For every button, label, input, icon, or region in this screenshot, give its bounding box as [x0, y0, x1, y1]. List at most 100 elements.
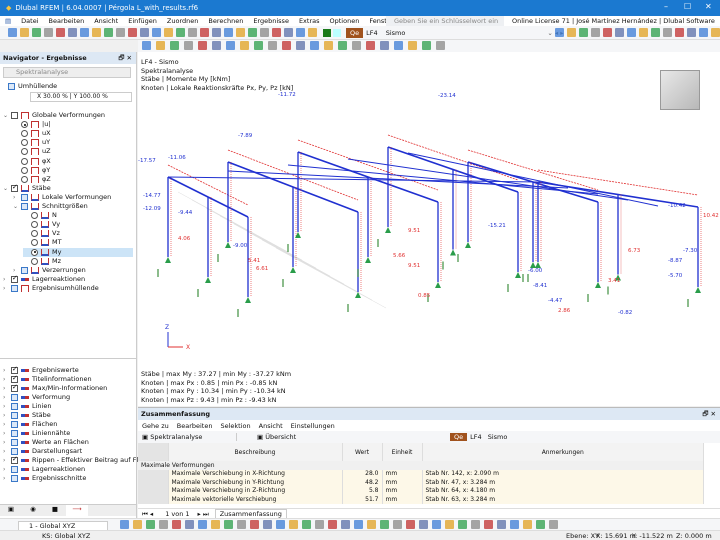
checkbox[interactable] — [11, 367, 18, 374]
display-item[interactable]: ›Ergebnisschnitte — [3, 474, 86, 483]
expand-icon[interactable]: › — [13, 193, 21, 202]
checkbox[interactable] — [11, 394, 18, 401]
toolbar-icon[interactable] — [408, 41, 417, 50]
expand-icon[interactable]: › — [3, 411, 11, 420]
toolbar-icon[interactable] — [615, 28, 624, 37]
toolbar-icon[interactable] — [341, 520, 350, 529]
toolbar-icon[interactable] — [284, 28, 293, 37]
toolbar-icon[interactable] — [603, 28, 612, 37]
menu-1[interactable]: Bearbeiten — [44, 17, 90, 25]
toolbar-icon[interactable] — [406, 520, 415, 529]
toolbar-icon[interactable] — [128, 28, 137, 37]
toolbar-icon[interactable] — [200, 28, 209, 37]
toolbar-icon[interactable] — [328, 520, 337, 529]
toolbar-icon[interactable] — [436, 41, 445, 50]
table-row[interactable]: Maximale Verschiebung in X-Richtung28.0m… — [138, 470, 704, 479]
toolbar-icon[interactable] — [663, 28, 672, 37]
close-button[interactable]: ✕ — [705, 2, 712, 11]
3d-viewport[interactable]: LF4 - SismoSpektralanalyseStäbe | Moment… — [138, 52, 720, 406]
expand-icon[interactable]: › — [3, 447, 11, 456]
toolbar-icon[interactable] — [185, 520, 194, 529]
summary-menu-item[interactable]: Ansicht — [255, 422, 287, 430]
tab-results[interactable]: ⟶ — [66, 505, 88, 516]
toolbar-icon[interactable] — [104, 28, 113, 37]
menu-0[interactable]: Datei — [16, 17, 43, 25]
checkbox[interactable] — [8, 83, 15, 90]
toolbar-icon[interactable] — [675, 28, 684, 37]
toolbar-icon[interactable] — [523, 520, 532, 529]
view-select[interactable]: ▣ Übersicht — [257, 433, 407, 441]
toolbar-icon[interactable] — [536, 520, 545, 529]
radio[interactable] — [31, 221, 38, 228]
toolbar-icon[interactable] — [68, 28, 77, 37]
toolbar-icon[interactable] — [212, 41, 221, 50]
factor-dropdown[interactable]: X 30.00 % | Y 100.00 % — [30, 92, 132, 102]
toolbar-icon[interactable] — [156, 41, 165, 50]
maximize-button[interactable]: ☐ — [684, 2, 691, 11]
toolbar-icon[interactable] — [250, 520, 259, 529]
checkbox[interactable] — [11, 376, 18, 383]
tab-camera[interactable]: ■ — [44, 505, 66, 516]
expand-icon[interactable]: › — [3, 420, 11, 429]
nav-item[interactable]: Vy — [23, 220, 60, 229]
toolbar-icon[interactable] — [32, 28, 41, 37]
nav-item[interactable]: ›Verzerrungen — [13, 266, 86, 275]
summary-menu-item[interactable]: Einstellungen — [287, 422, 339, 430]
checkbox[interactable] — [11, 185, 18, 192]
toolbar-icon[interactable] — [579, 28, 588, 37]
tab-data[interactable]: ▣ — [0, 505, 22, 516]
toolbar-icon[interactable] — [458, 520, 467, 529]
nav-item[interactable]: Mz — [23, 257, 61, 266]
toolbar-icon[interactable] — [296, 28, 305, 37]
nav-item[interactable]: My — [23, 248, 133, 257]
toolbar-icon[interactable] — [627, 28, 636, 37]
search-input[interactable]: Geben Sie ein Schlüsselwort ein (Alt... — [386, 16, 504, 26]
radio[interactable] — [21, 167, 28, 174]
toolbar-icon[interactable] — [380, 41, 389, 50]
toolbar-icon[interactable] — [639, 28, 648, 37]
checkbox[interactable] — [11, 385, 18, 392]
toolbar-icon[interactable] — [212, 28, 221, 37]
tab-view[interactable]: ◉ — [22, 505, 44, 516]
checkbox[interactable] — [21, 203, 28, 210]
display-item[interactable]: ›Flächen — [3, 420, 57, 429]
col-notes[interactable]: Anmerkungen — [422, 443, 704, 461]
toolbar-icon[interactable] — [116, 28, 125, 37]
toolbar-icon[interactable] — [80, 28, 89, 37]
toolbar-icon[interactable] — [315, 520, 324, 529]
radio[interactable] — [31, 249, 38, 256]
checkbox[interactable] — [11, 276, 18, 283]
toolbar-icon[interactable] — [263, 520, 272, 529]
menu-8[interactable]: Optionen — [325, 17, 365, 25]
toolbar-icon[interactable] — [236, 28, 245, 37]
load-case-selector[interactable]: QeLF4 Sismo ⌄ ◂ ▸ — [343, 28, 564, 38]
toolbar-icon[interactable] — [170, 41, 179, 50]
toolbar-icon[interactable] — [699, 28, 708, 37]
checkbox[interactable] — [11, 439, 18, 446]
menu-4[interactable]: Zuordnen — [162, 17, 203, 25]
toolbar-icon[interactable] — [651, 28, 660, 37]
menu-7[interactable]: Extras — [294, 17, 325, 25]
toolbar-icon[interactable] — [484, 520, 493, 529]
toolbar-icon[interactable] — [146, 520, 155, 529]
expand-icon[interactable]: › — [3, 375, 11, 384]
expand-icon[interactable]: › — [3, 402, 11, 411]
toolbar-icon[interactable] — [497, 520, 506, 529]
toolbar-icon[interactable] — [419, 520, 428, 529]
toolbar-icon[interactable] — [224, 28, 233, 37]
view-cube[interactable] — [660, 70, 700, 110]
toolbar-icon[interactable] — [268, 41, 277, 50]
toolbar-icon[interactable] — [133, 520, 142, 529]
toolbar-icon[interactable] — [549, 520, 558, 529]
toolbar-icon[interactable] — [188, 28, 197, 37]
close-icon[interactable]: 🗗 ✕ — [118, 52, 132, 64]
expand-icon[interactable]: ⌄ — [3, 111, 11, 120]
nav-item[interactable]: N — [23, 211, 57, 220]
app-menu-icon[interactable]: ▤ — [0, 17, 16, 25]
checkbox[interactable] — [11, 421, 18, 428]
nav-item[interactable]: uX — [13, 129, 51, 138]
expand-icon[interactable]: › — [3, 438, 11, 447]
toolbar-icon[interactable] — [44, 28, 53, 37]
table-row[interactable]: Maximale Verschiebung in Z-Richtung5.8mm… — [138, 487, 704, 496]
toolbar-icon[interactable] — [282, 41, 291, 50]
